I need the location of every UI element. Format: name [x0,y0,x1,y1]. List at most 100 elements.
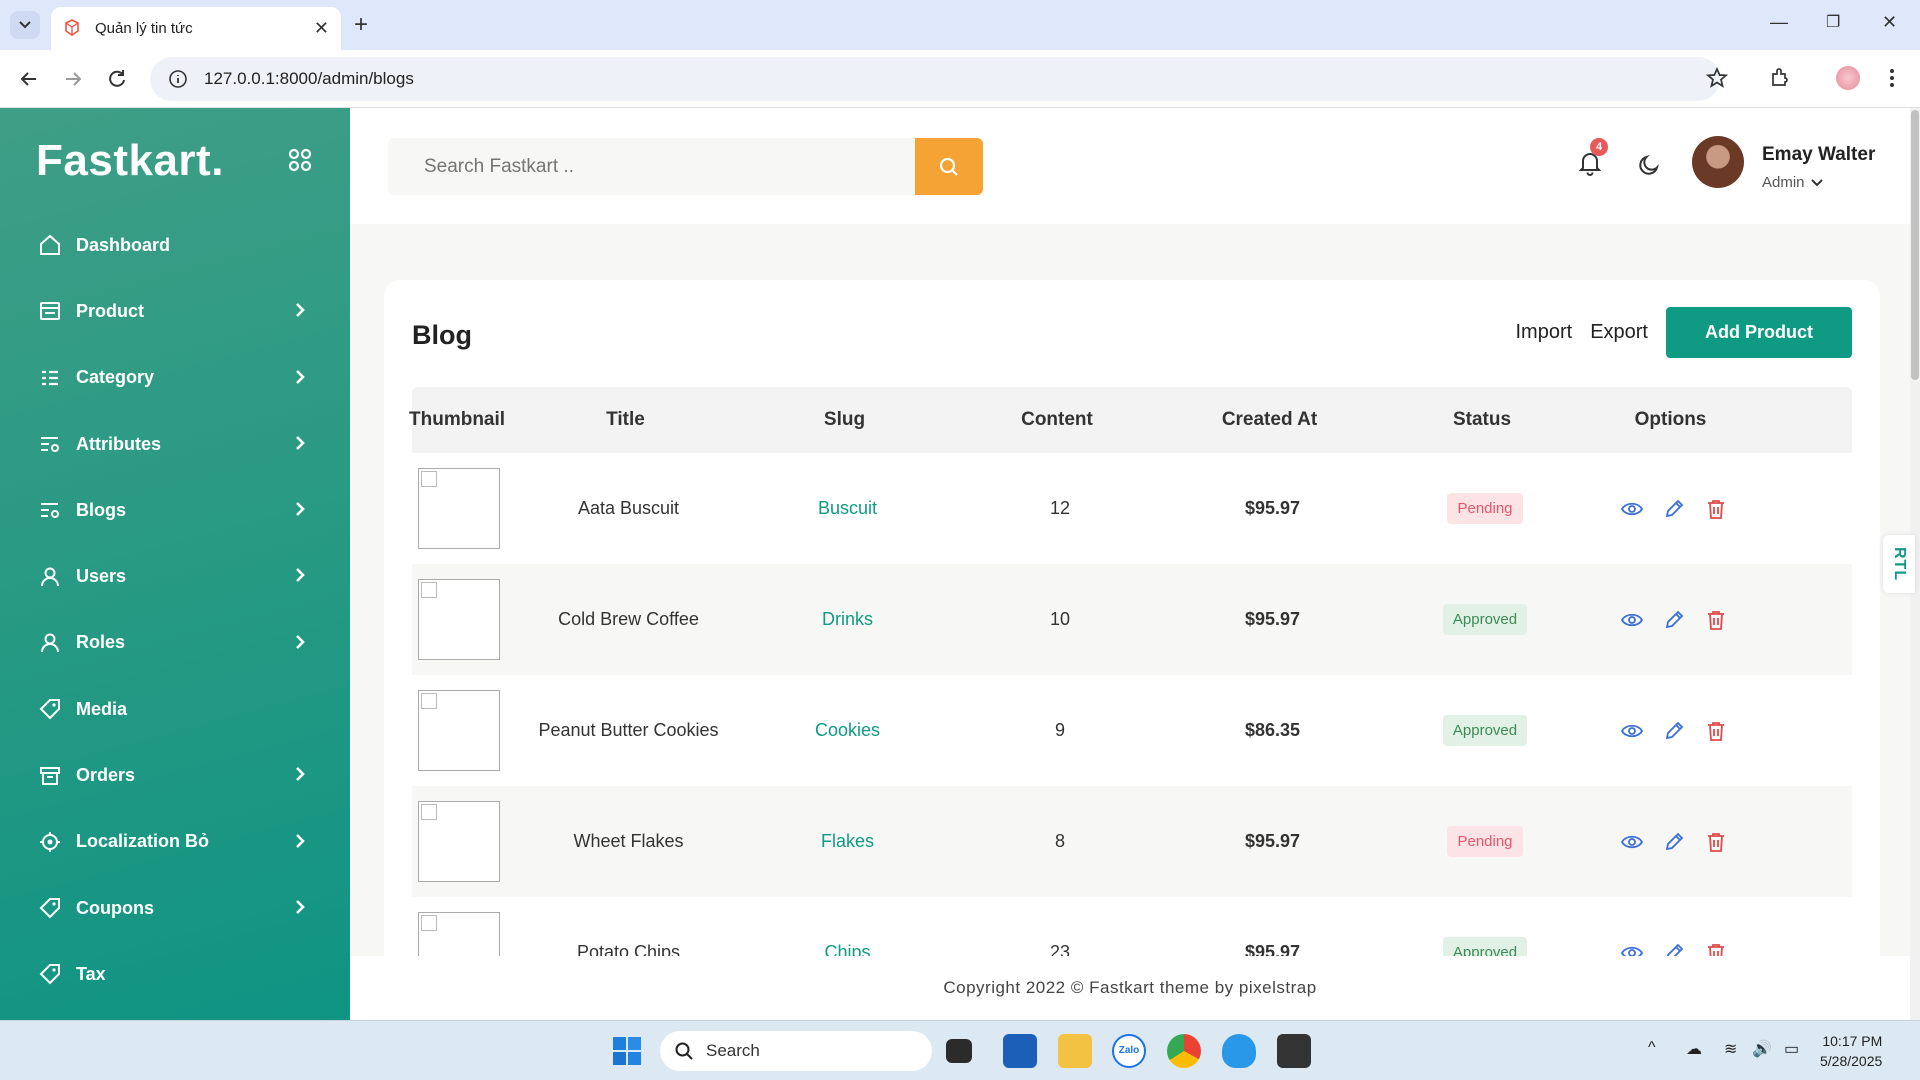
export-link[interactable]: Export [1590,321,1648,344]
volume-icon[interactable]: 🔊 [1752,1039,1772,1059]
search-button[interactable] [915,138,983,195]
slug-cell[interactable]: Buscuit [745,498,950,519]
edit-pencil-icon[interactable] [1663,942,1685,957]
edit-pencil-icon[interactable] [1663,498,1685,520]
delete-trash-icon[interactable] [1705,498,1727,520]
system-clock[interactable]: 10:17 PM 5/28/2025 [1820,1031,1882,1071]
close-window-icon[interactable]: ✕ [1882,12,1897,33]
content-cell: 10 [1049,609,1071,629]
edge-app-icon[interactable] [1222,1034,1256,1068]
delete-trash-icon[interactable] [1705,720,1727,742]
file-explorer-icon[interactable] [1058,1034,1092,1068]
column-header-thumbnail[interactable]: Thumbnail [409,409,509,431]
close-tab-icon[interactable]: ✕ [314,18,329,39]
scrollbar-thumb[interactable] [1911,110,1919,380]
site-info-icon[interactable] [168,69,188,89]
content-cell: 23 [1049,942,1071,956]
copyright-text: Copyright 2022 © Fastkart theme by pixel… [943,978,1317,997]
user-role-dropdown[interactable]: Admin [1762,174,1823,191]
task-view-icon[interactable] [946,1039,972,1063]
user-avatar[interactable] [1692,136,1744,188]
table-row: Cold Brew Coffee Drinks 10 $95.97 Approved [412,564,1852,675]
brand-logo[interactable]: Fastkart. [36,136,224,186]
rtl-label: RTL [1891,546,1908,582]
slug-cell[interactable]: Drinks [745,609,950,630]
chrome-icon[interactable] [1167,1034,1201,1068]
profile-avatar-icon[interactable] [1836,66,1860,90]
browser-tab[interactable]: Quản lý tin tức ✕ [51,7,341,50]
onedrive-cloud-icon[interactable]: ☁ [1686,1039,1702,1059]
delete-trash-icon[interactable] [1705,831,1727,853]
thumbnail-image[interactable] [418,801,500,882]
sidebar-item-label: Attributes [76,433,161,454]
delete-trash-icon[interactable] [1705,609,1727,631]
sidebar-item-orders[interactable]: Orders [0,742,350,808]
column-header-status[interactable]: Status [1372,409,1592,431]
forward-icon[interactable] [60,66,86,92]
address-bar[interactable]: 127.0.0.1:8000/admin/blogs [150,57,1720,101]
column-header-title[interactable]: Title [509,409,742,431]
broken-image-icon [421,804,437,820]
grid-toggle-icon[interactable] [288,148,312,172]
taskbar-search[interactable]: Search [660,1031,932,1071]
column-header-content[interactable]: Content [947,409,1167,431]
microsoft-store-icon[interactable] [1003,1034,1037,1068]
dark-mode-moon-icon[interactable] [1637,153,1661,177]
status-cell: Approved [1375,604,1595,635]
more-menu-icon[interactable] [1880,66,1904,90]
sidebar-item-blogs[interactable]: Blogs [0,477,350,543]
view-eye-icon[interactable] [1620,609,1643,631]
slug-cell[interactable]: Cookies [745,720,950,741]
column-header-created-at[interactable]: Created At [1167,409,1372,431]
thumbnail-image[interactable] [418,579,500,660]
search-input[interactable] [388,155,878,178]
view-eye-icon[interactable] [1620,498,1643,520]
sidebar-item-coupons[interactable]: Coupons [0,875,350,941]
add-product-button[interactable]: Add Product [1666,307,1852,358]
sidebar-item-roles[interactable]: Roles [0,610,350,676]
view-eye-icon[interactable] [1620,831,1643,853]
slug-cell[interactable]: Flakes [745,831,950,852]
view-eye-icon[interactable] [1620,720,1643,742]
column-header-slug[interactable]: Slug [742,409,947,431]
terminal-icon[interactable] [1277,1034,1311,1068]
chevron-right-icon [296,435,305,450]
sidebar-item-product[interactable]: Product [0,278,350,344]
list-settings-icon [38,498,62,522]
zalo-icon[interactable]: Zalo [1112,1034,1146,1068]
windows-start-icon[interactable] [610,1034,644,1068]
new-tab-button[interactable]: + [354,11,368,39]
minimize-icon[interactable]: — [1770,12,1788,33]
title-cell: Wheet Flakes [573,831,684,851]
sidebar-item-category[interactable]: Category [0,345,350,411]
view-eye-icon[interactable] [1620,942,1643,957]
extensions-icon[interactable] [1768,66,1792,90]
column-header-options[interactable]: Options [1592,409,1749,431]
restore-icon[interactable]: ❐ [1826,12,1840,32]
sidebar-item-localization-b[interactable]: Localization Bỏ [0,809,350,875]
sidebar-item-dashboard[interactable]: Dashboard [0,212,350,278]
edit-pencil-icon[interactable] [1663,609,1685,631]
tab-search-dropdown[interactable] [10,11,40,39]
battery-icon[interactable]: ▭ [1784,1039,1799,1059]
sidebar-item-attributes[interactable]: Attributes [0,411,350,477]
thumbnail-image[interactable] [418,690,500,771]
status-badge: Pending [1447,826,1523,857]
edit-pencil-icon[interactable] [1663,720,1685,742]
sidebar-item-tax[interactable]: Tax [0,941,350,1007]
import-link[interactable]: Import [1516,321,1573,344]
rtl-toggle[interactable]: RTL [1883,535,1915,593]
user-name[interactable]: Emay Walter [1762,144,1875,166]
thumbnail-image[interactable] [418,468,500,549]
delete-trash-icon[interactable] [1705,942,1727,957]
edit-pencil-icon[interactable] [1663,831,1685,853]
wifi-icon[interactable]: ≋ [1724,1039,1737,1059]
thumbnail-image[interactable] [418,912,500,956]
sidebar-item-users[interactable]: Users [0,543,350,609]
chevron-up-icon[interactable]: ^ [1648,1039,1656,1057]
sidebar-item-media[interactable]: Media [0,676,350,742]
slug-cell[interactable]: Chips [745,942,950,956]
bookmark-star-icon[interactable] [1705,66,1729,90]
back-icon[interactable] [16,66,42,92]
reload-icon[interactable] [104,66,130,92]
